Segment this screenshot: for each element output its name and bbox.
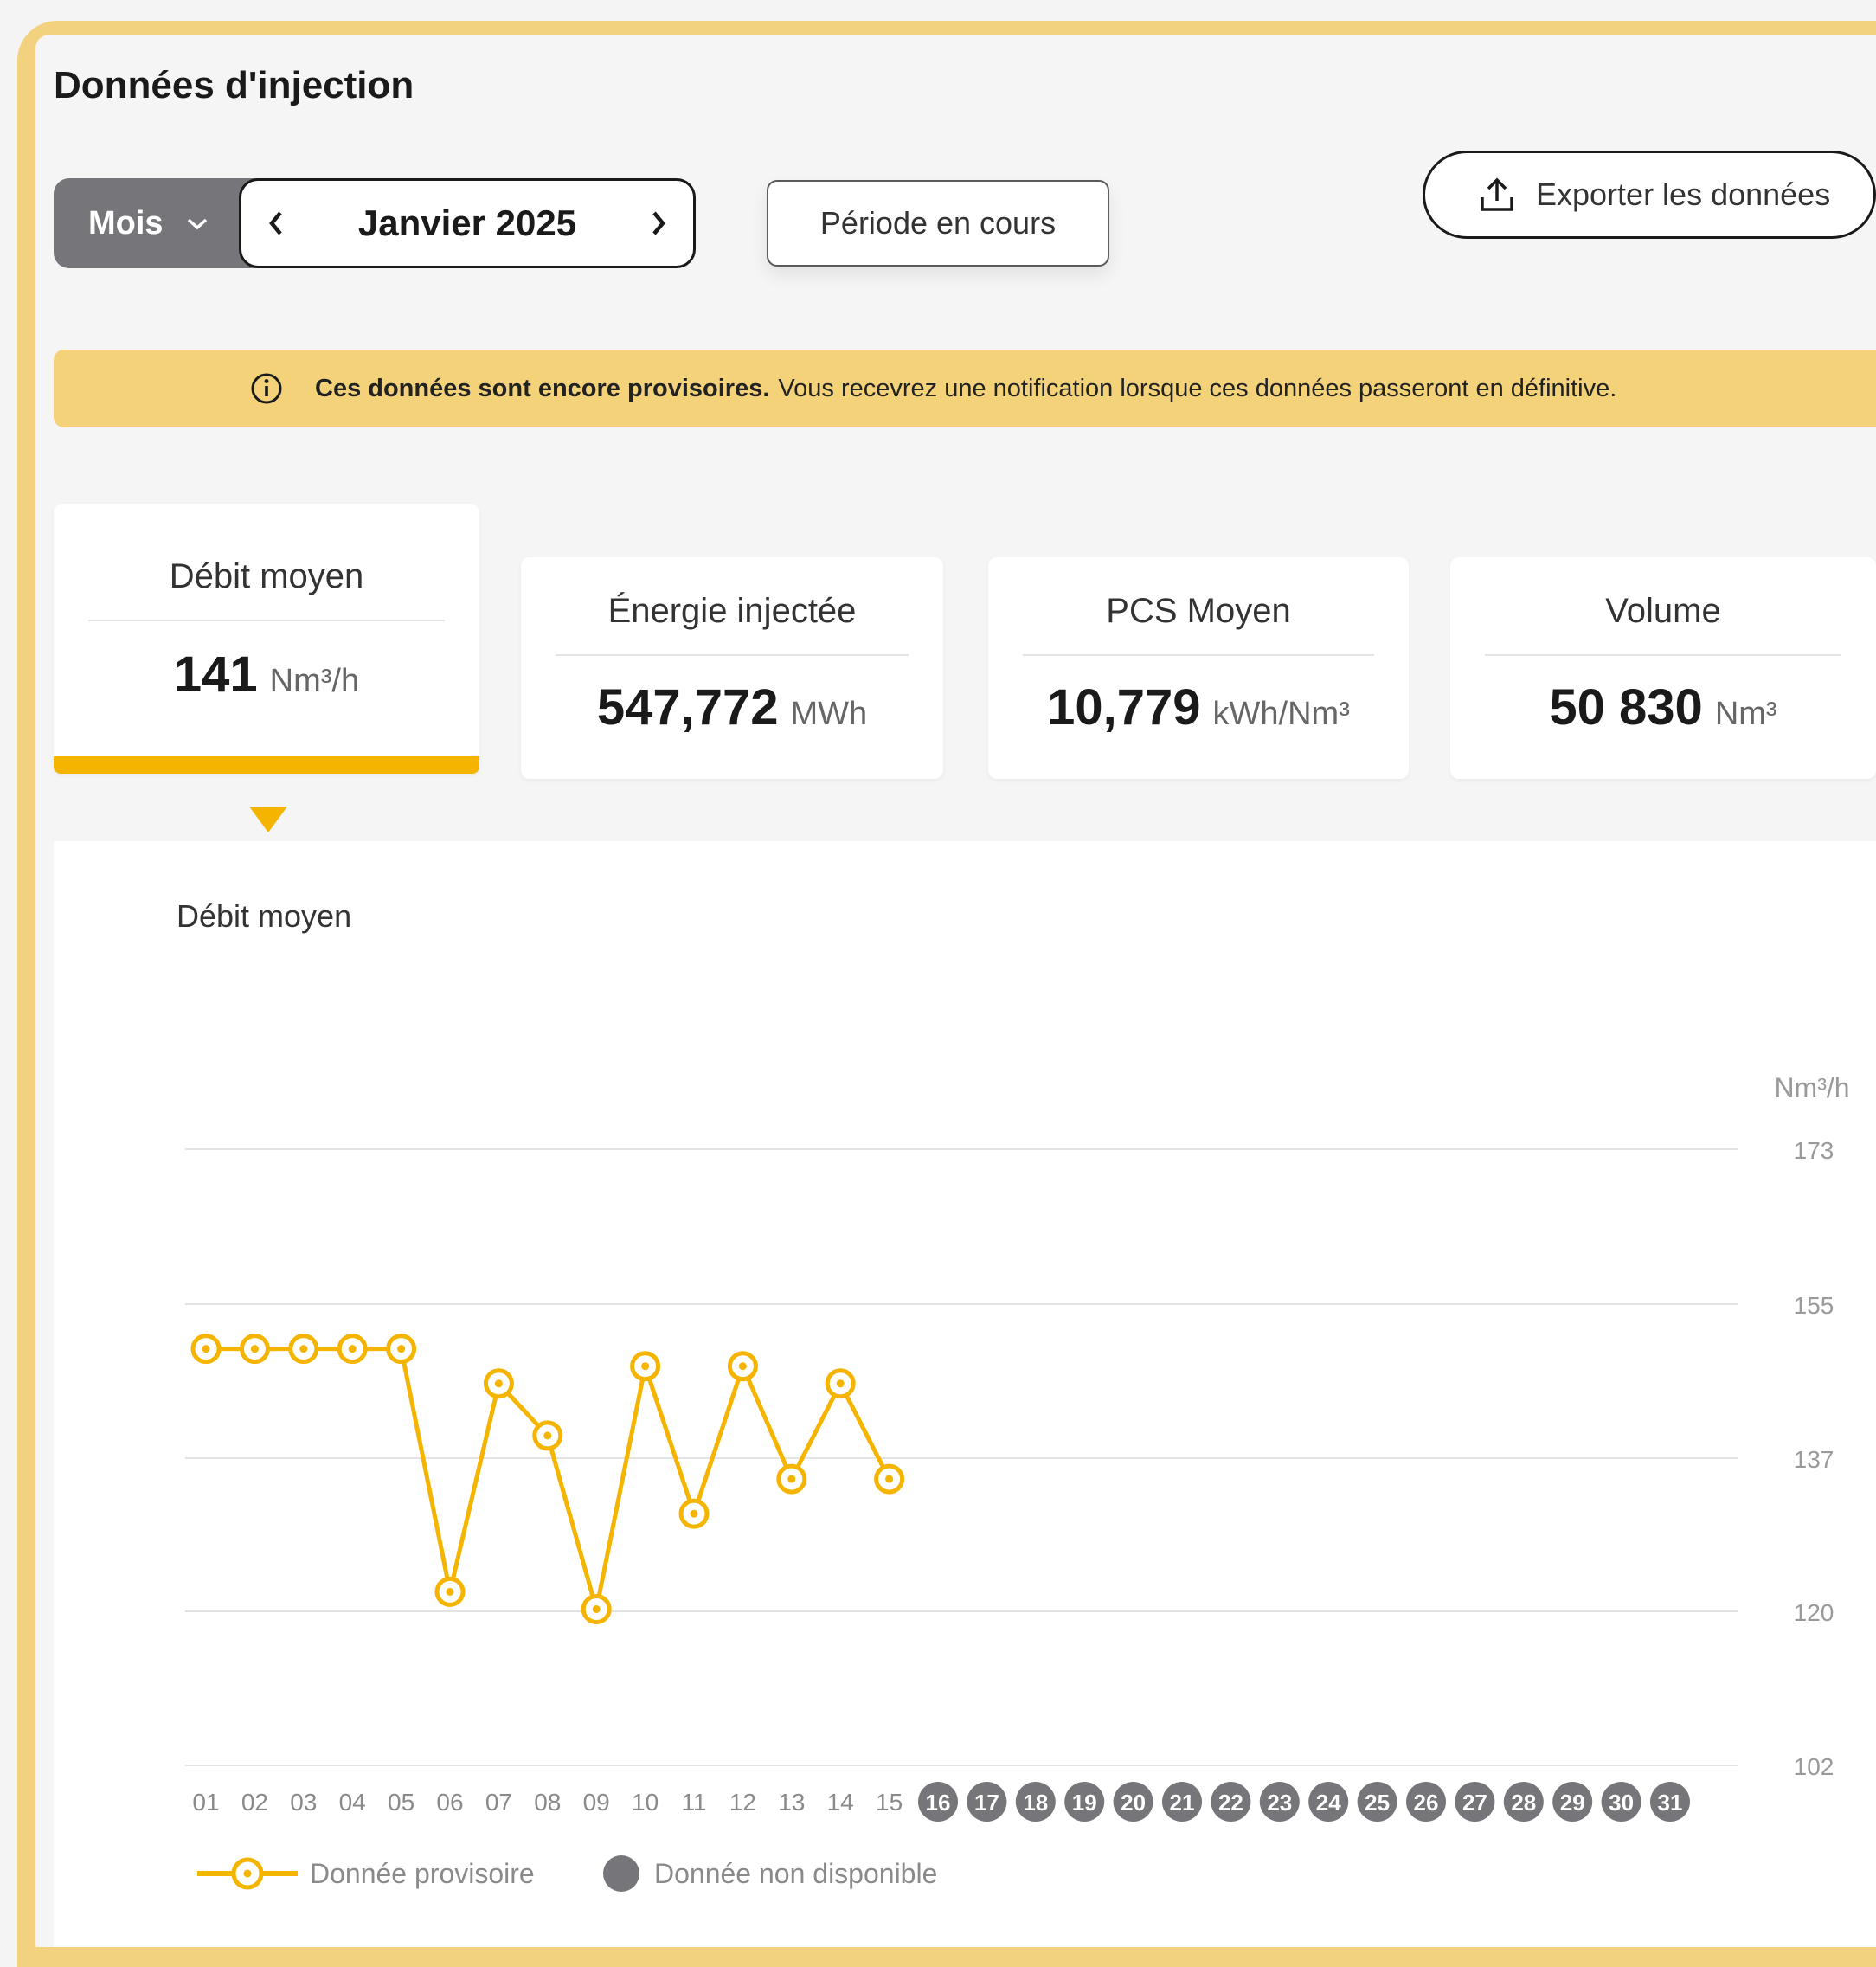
x-tick-label: 17 [974,1790,999,1816]
data-point-center [397,1345,406,1353]
data-point-center [787,1475,796,1483]
data-point-center [885,1475,894,1483]
x-tick-label: 20 [1121,1790,1146,1816]
data-point-center [250,1345,259,1353]
legend-label: Donnée non disponible [654,1858,937,1889]
data-point-center [494,1379,503,1388]
legend-marker-center [243,1869,252,1878]
x-tick-label: 25 [1365,1790,1390,1816]
x-tick-label: 14 [827,1789,854,1816]
data-point-center [202,1345,210,1353]
x-tick-label: 08 [534,1789,561,1816]
x-tick-label: 31 [1658,1790,1683,1816]
x-tick-label: 11 [681,1789,706,1816]
x-tick-label: 26 [1414,1790,1439,1816]
data-point-center [543,1431,552,1440]
x-tick-label: 24 [1316,1790,1341,1816]
data-point-center [738,1362,747,1371]
x-tick-label: 27 [1462,1790,1487,1816]
y-tick-label: 137 [1794,1446,1834,1473]
x-tick-label: 07 [485,1789,512,1816]
data-point-center [348,1345,357,1353]
x-tick-label: 13 [778,1789,805,1816]
legend-marker-unavailable [603,1855,639,1892]
x-tick-label: 22 [1218,1790,1243,1816]
x-tick-label: 02 [241,1789,268,1816]
debit-moyen-chart: 173 155 137 120 102 Nm³/h 01 02 03 04 05 06 07 08 09 10… [185,1072,1850,1892]
x-tick-label: 12 [729,1789,756,1816]
x-tick-label: 06 [436,1789,463,1816]
y-tick-label: 102 [1794,1753,1834,1780]
data-point-center [690,1509,698,1518]
x-tick-label: 23 [1267,1790,1292,1816]
data-point-center [299,1345,308,1353]
y-tick-label: 155 [1794,1292,1834,1319]
x-tick-label: 29 [1560,1790,1585,1816]
data-point-center [446,1587,454,1596]
y-axis-unit: Nm³/h [1774,1072,1849,1103]
y-tick-label: 173 [1794,1137,1834,1164]
x-tick-label: 10 [632,1789,659,1816]
x-tick-label: 01 [192,1789,219,1816]
x-tick-label: 28 [1511,1790,1536,1816]
x-tick-label: 15 [876,1789,903,1816]
x-tick-label: 16 [926,1790,951,1816]
legend-label: Donnée provisoire [310,1858,535,1889]
x-tick-label: 03 [290,1789,317,1816]
data-point-center [592,1604,601,1613]
x-tick-label: 30 [1609,1790,1634,1816]
data-point-center [641,1362,650,1371]
x-tick-label: 19 [1072,1790,1097,1816]
x-tick-label: 04 [339,1789,366,1816]
data-point-center [836,1379,845,1388]
x-tick-label: 21 [1170,1790,1195,1816]
x-tick-label: 05 [388,1789,414,1816]
x-tick-label: 09 [583,1789,610,1816]
x-tick-label: 18 [1023,1790,1048,1816]
y-tick-label: 120 [1794,1599,1834,1626]
